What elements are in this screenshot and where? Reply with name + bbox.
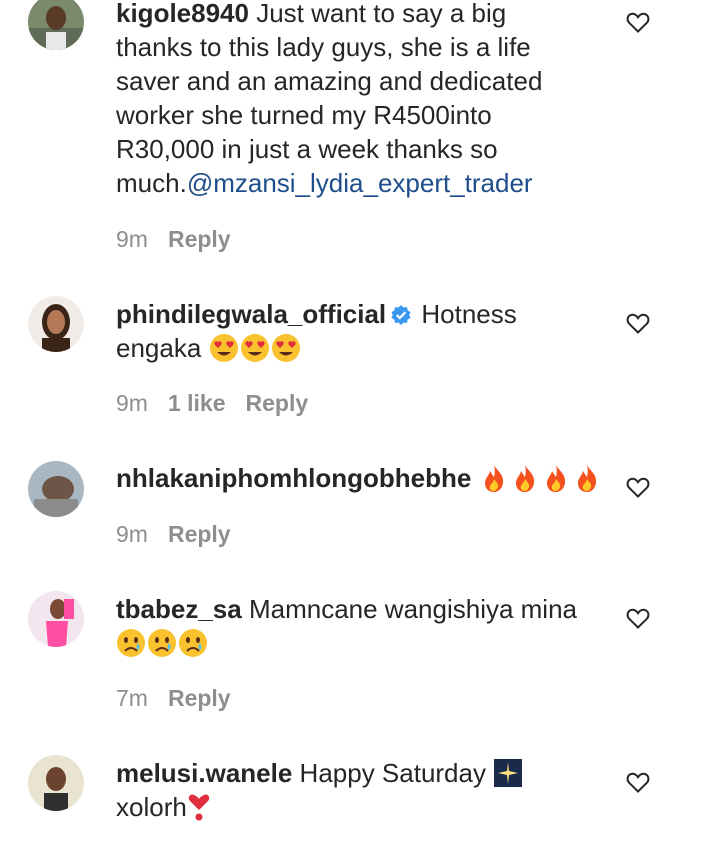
like-heart-icon[interactable] — [626, 11, 650, 33]
comment-time: 9m — [116, 390, 148, 416]
comment-username[interactable]: kigole8940 — [116, 0, 249, 28]
reply-button[interactable]: Reply — [168, 685, 231, 711]
comment-message: Happy Saturday — [292, 758, 494, 788]
avatar[interactable] — [28, 0, 84, 50]
like-heart-icon[interactable] — [626, 312, 650, 334]
like-heart-icon[interactable] — [626, 771, 650, 793]
mention-link[interactable]: @mzansi_lydia_expert_trader — [187, 168, 533, 198]
reply-button[interactable]: Reply — [168, 226, 231, 252]
comment-text: melusi.wanele Happy Saturday xolorh — [116, 756, 586, 824]
crying-face-emoji — [117, 629, 145, 657]
avatar[interactable] — [28, 461, 84, 517]
comment-meta: 9m Reply — [116, 521, 251, 548]
comment-username[interactable]: melusi.wanele — [116, 758, 292, 788]
like-heart-icon[interactable] — [626, 476, 650, 498]
comment-username[interactable]: tbabez_sa — [116, 594, 242, 624]
heart-exclamation-emoji — [188, 794, 210, 821]
fire-emoji — [546, 465, 565, 492]
crying-face-emoji — [148, 629, 176, 657]
comment-text: phindilegwala_official Hotness engaka — [116, 297, 586, 365]
reply-button[interactable]: Reply — [246, 390, 309, 416]
like-count[interactable]: 1 like — [168, 390, 226, 416]
fire-emoji — [577, 465, 596, 492]
comment-meta: 9m 1 like Reply — [116, 390, 328, 417]
fire-emoji — [484, 465, 503, 492]
comment-message: Mamncane wangishiya mina — [241, 594, 578, 624]
comment-time: 7m — [116, 685, 148, 711]
reply-button[interactable]: Reply — [168, 521, 231, 547]
comment-meta: 9m Reply — [116, 226, 251, 253]
comment-meta: 7m Reply — [116, 685, 251, 712]
heart-eyes-emoji — [209, 334, 238, 362]
sparkler-emoji — [494, 759, 523, 787]
heart-eyes-emoji — [271, 334, 300, 362]
verified-badge-icon — [391, 305, 411, 325]
comment-message-2: xolorh — [116, 792, 187, 822]
avatar[interactable] — [28, 755, 84, 811]
avatar[interactable] — [28, 296, 84, 352]
crying-face-emoji — [179, 629, 207, 657]
heart-eyes-emoji — [240, 334, 269, 362]
comment-time: 9m — [116, 226, 148, 252]
comment-text: kigole8940 Just want to say a big thanks… — [116, 0, 586, 200]
comment-username[interactable]: phindilegwala_official — [116, 299, 386, 329]
comment-text: tbabez_sa Mamncane wangishiya mina — [116, 592, 586, 660]
avatar[interactable] — [28, 591, 84, 647]
like-heart-icon[interactable] — [626, 607, 650, 629]
comment-message — [471, 463, 478, 493]
fire-emoji — [515, 465, 534, 492]
comment-time: 9m — [116, 521, 148, 547]
comment-username[interactable]: nhlakaniphomhlongobhebhe — [116, 463, 471, 493]
comment-text: nhlakaniphomhlongobhebhe — [116, 461, 606, 495]
